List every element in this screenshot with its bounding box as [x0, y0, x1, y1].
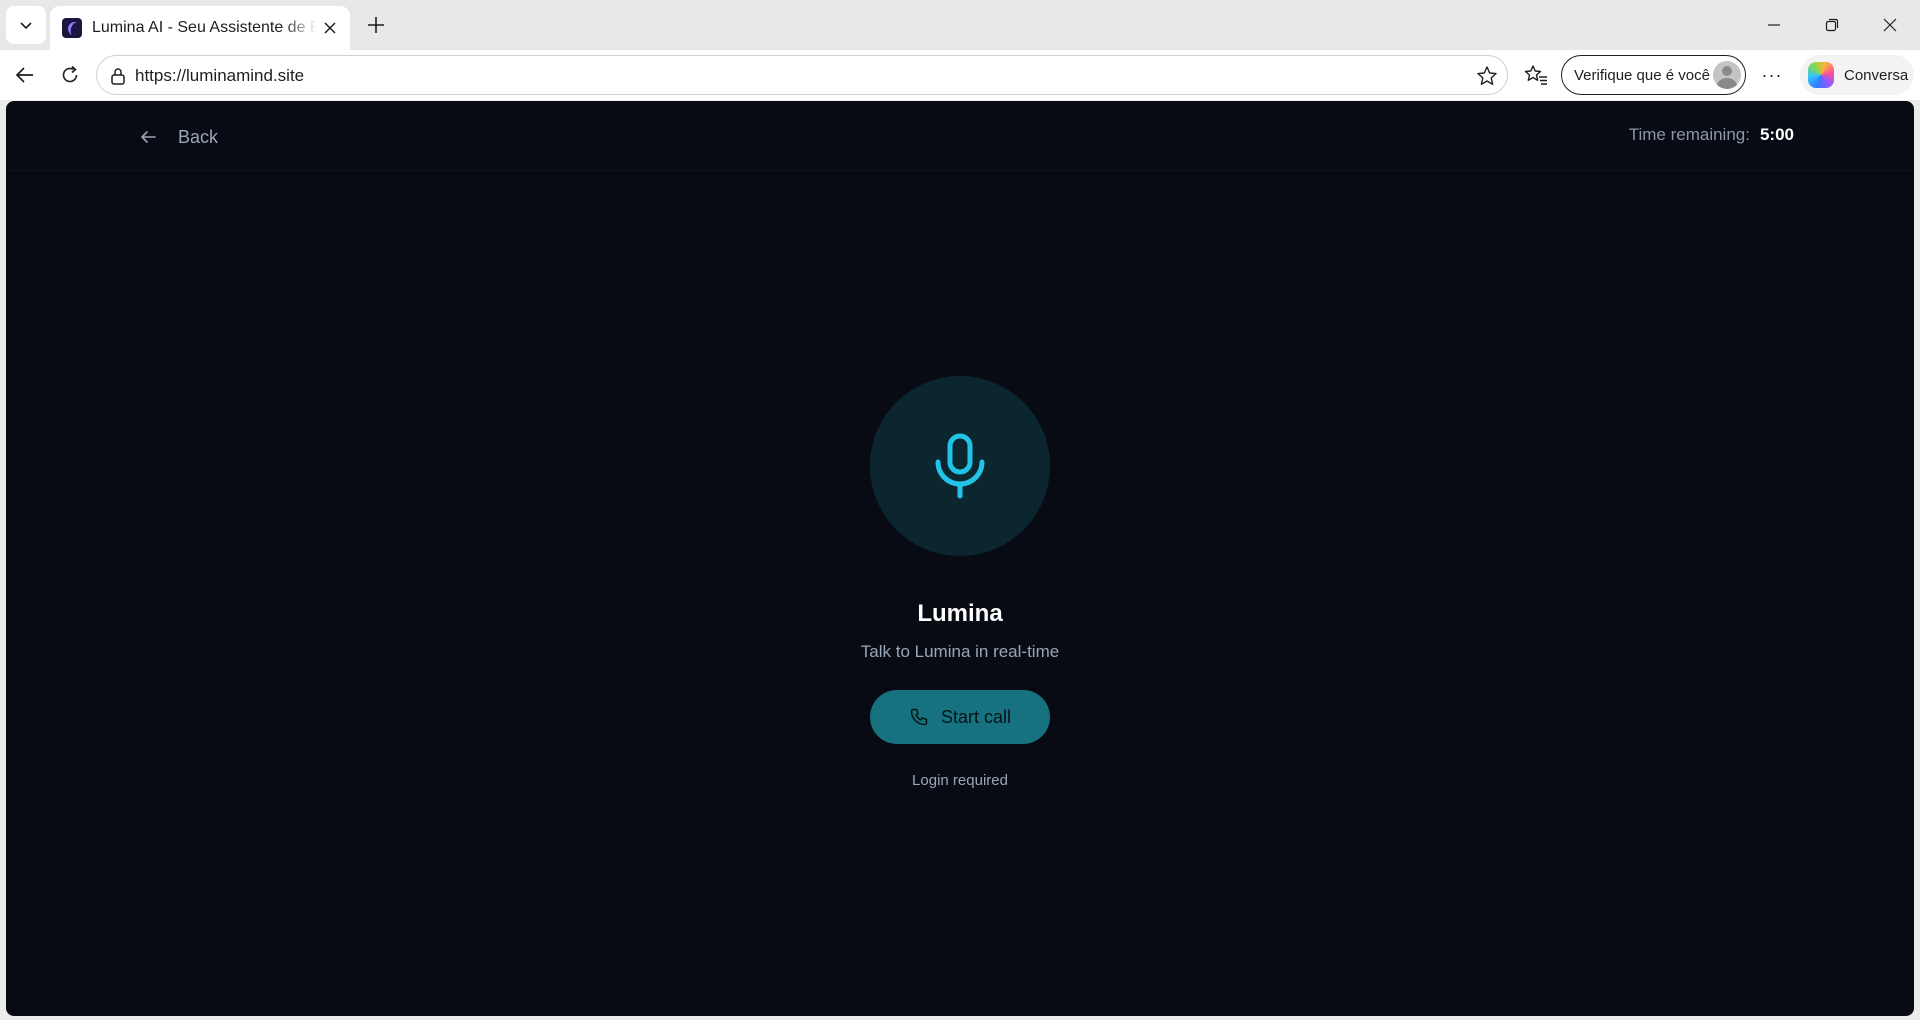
browser-tabbar: Lumina AI - Seu Assistente de Bem-estar	[0, 0, 1920, 50]
browser-tab-active[interactable]: Lumina AI - Seu Assistente de Bem-estar	[50, 6, 350, 50]
close-window-button[interactable]	[1861, 0, 1919, 50]
plus-icon	[368, 17, 384, 33]
nav-back-button[interactable]	[9, 59, 41, 91]
lock-icon	[111, 68, 125, 85]
page-header: Back Time remaining: 5:00	[6, 101, 1914, 171]
profile-verify-label: Verifique que é você	[1574, 66, 1710, 84]
page-viewport: Back Time remaining: 5:00 Lumina Talk to…	[6, 101, 1914, 1016]
site-info-icon[interactable]	[107, 65, 129, 87]
tab-list-button[interactable]	[6, 6, 46, 44]
settings-more-button[interactable]: ···	[1756, 59, 1788, 91]
more-icon: ···	[1761, 64, 1783, 85]
timer-label: Time remaining:	[1628, 125, 1750, 144]
minimize-button[interactable]	[1745, 0, 1803, 50]
phone-icon	[910, 708, 928, 726]
arrow-left-icon	[138, 127, 158, 147]
restore-button[interactable]	[1803, 0, 1861, 50]
lumina-favicon-icon	[62, 18, 82, 38]
copilot-button[interactable]: Conversa	[1800, 55, 1914, 95]
profile-verify-button[interactable]: Verifique que é você	[1561, 55, 1746, 95]
tab-close-button[interactable]	[321, 18, 340, 38]
favorites-button[interactable]	[1520, 59, 1552, 91]
mic-icon	[935, 433, 985, 499]
avatar	[1713, 61, 1741, 89]
favorites-list-icon	[1524, 65, 1547, 85]
agent-name: Lumina	[917, 600, 1003, 627]
url-text[interactable]: https://luminamind.site	[135, 66, 304, 86]
mic-avatar	[870, 376, 1050, 556]
back-label: Back	[178, 126, 219, 147]
login-required-note: Login required	[912, 772, 1008, 789]
back-button[interactable]: Back	[138, 123, 218, 151]
arrow-left-icon	[15, 67, 33, 83]
agent-subtitle: Talk to Lumina in real-time	[860, 642, 1060, 661]
reload-icon	[62, 65, 78, 83]
new-tab-button[interactable]	[362, 11, 390, 39]
reload-button[interactable]	[54, 59, 86, 91]
call-panel: Lumina Talk to Lumina in real-time Start…	[6, 376, 1914, 789]
close-icon	[324, 22, 336, 34]
close-icon	[1883, 18, 1897, 32]
chevron-down-icon	[20, 22, 32, 30]
restore-icon	[1825, 18, 1839, 32]
browser-toolbar: https://luminamind.site Verifique que é …	[0, 50, 1920, 100]
start-call-label: Start call	[940, 706, 1012, 727]
copilot-label: Conversa	[1844, 66, 1909, 84]
address-bar[interactable]: https://luminamind.site	[96, 55, 1508, 95]
timer-value: 5:00	[1759, 125, 1794, 144]
copilot-icon	[1808, 62, 1834, 88]
tab-title: Lumina AI - Seu Assistente de Bem-estar	[92, 19, 317, 36]
start-call-button[interactable]: Start call	[870, 690, 1050, 744]
star-icon	[1477, 66, 1497, 85]
time-remaining: Time remaining: 5:00	[1629, 125, 1794, 145]
favorite-button[interactable]	[1475, 64, 1499, 88]
minimize-icon	[1768, 24, 1780, 26]
